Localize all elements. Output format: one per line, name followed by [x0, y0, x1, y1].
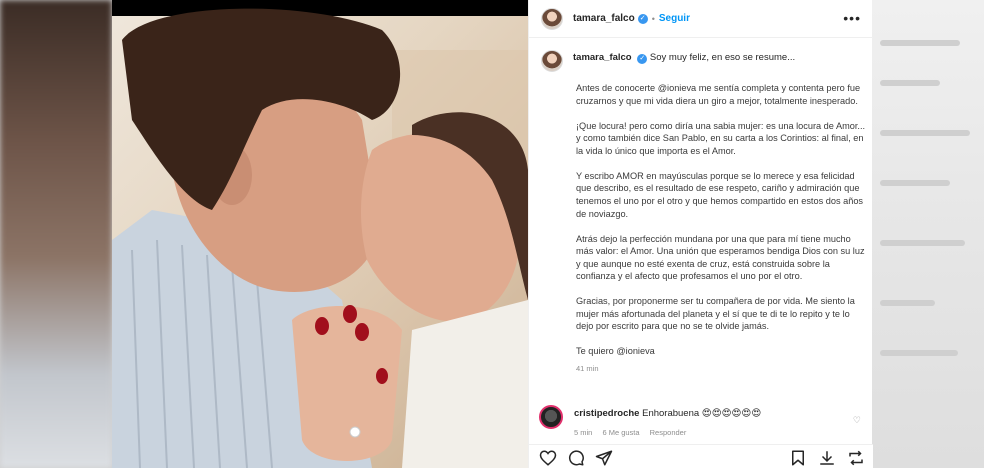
- verified-badge-icon: ✓: [637, 13, 648, 24]
- comment-item: cristipedroche Enhorabuena 😍😍😍😍😍😍 5 min …: [539, 405, 865, 437]
- background-left-blur: [0, 0, 112, 468]
- caption-avatar[interactable]: [541, 50, 563, 72]
- caption-timestamp: 41 min: [576, 364, 599, 374]
- caption-paragraph: Te quiero @ionieva: [576, 346, 655, 357]
- post-header: tamara_falco ✓ • Seguir •••: [529, 0, 873, 38]
- heart-icon[interactable]: [539, 449, 557, 467]
- download-icon[interactable]: [818, 449, 836, 467]
- action-bar: [529, 444, 873, 468]
- caption-paragraph: ¡Que locura! pero como diría una sabia m…: [576, 120, 866, 156]
- comment-likes[interactable]: 6 Me gusta: [602, 428, 639, 437]
- author-username[interactable]: tamara_falco: [573, 13, 635, 24]
- comment-time: 5 min: [574, 428, 593, 437]
- author-avatar[interactable]: [541, 7, 563, 30]
- background-right-blur: [872, 0, 984, 468]
- caption-intro: Soy muy feliz, en eso se resume...: [649, 52, 796, 63]
- caption-username[interactable]: tamara_falco: [573, 52, 632, 63]
- couple-kissing-image: [112, 8, 528, 468]
- caption-body: Antes de conocerte @ionieva me sentía co…: [576, 82, 866, 358]
- share-icon[interactable]: [595, 449, 613, 467]
- caption-paragraph: Antes de conocerte @ionieva me sentía co…: [576, 83, 861, 106]
- separator-dot: •: [651, 13, 655, 24]
- caption-paragraph: Atrás dejo la perfección mundana por una…: [576, 233, 865, 282]
- caption-first-line: tamara_falco ✓ Soy muy feliz, en eso se …: [573, 52, 795, 64]
- commenter-avatar[interactable]: [539, 405, 563, 429]
- comment-icon[interactable]: [567, 449, 585, 467]
- caption-paragraph: Y escribo AMOR en mayúsculas porque se l…: [576, 170, 864, 219]
- caption: tamara_falco ✓ Soy muy feliz, en eso se …: [541, 46, 866, 373]
- verified-badge-icon: ✓: [637, 54, 648, 64]
- post-panel: tamara_falco ✓ • Seguir ••• tamara_falco…: [528, 0, 873, 468]
- follow-button[interactable]: Seguir: [659, 13, 690, 24]
- comment-like-heart-icon[interactable]: ♡: [853, 415, 861, 426]
- retweet-icon[interactable]: [847, 449, 865, 467]
- comment-text: Enhorabuena 😍😍😍😍😍😍: [642, 408, 762, 419]
- caption-paragraph: Gracias, por proponerme ser tu compañera…: [576, 296, 855, 332]
- post-photo: [112, 0, 528, 468]
- commenter-username[interactable]: cristipedroche: [574, 408, 639, 419]
- more-options-icon[interactable]: •••: [843, 10, 861, 26]
- save-icon[interactable]: [789, 449, 807, 467]
- comment-reply-button[interactable]: Responder: [650, 428, 687, 437]
